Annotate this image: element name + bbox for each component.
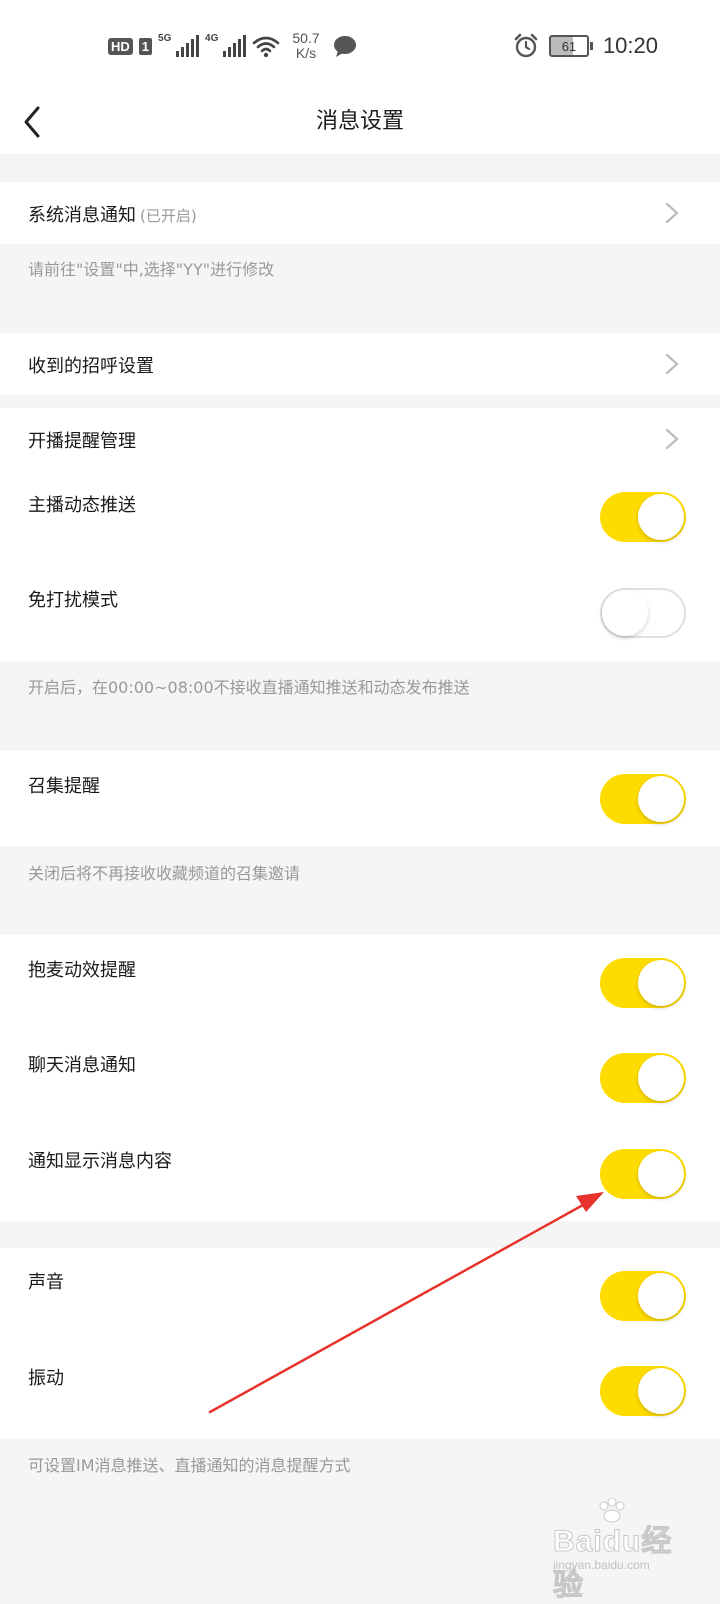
network-type-label: 4G: [205, 33, 219, 44]
mic-effect-label: 抱麦动效提醒: [28, 960, 136, 981]
status-right: 61 10:20: [513, 28, 658, 64]
chevron-right-icon: [665, 353, 679, 375]
system-notify-title: 系统消息通知: [28, 205, 136, 226]
status-bar: HD 1 5G 4G 50.7 K/s 61 10:20: [0, 0, 720, 90]
battery-icon: 61: [548, 35, 593, 57]
chat-notify-label: 聊天消息通知: [28, 1055, 136, 1076]
alerts-group: 声音 振动: [0, 1248, 720, 1439]
vibrate-label: 振动: [28, 1368, 64, 1389]
page-title: 消息设置: [315, 109, 404, 134]
hd-badge: HD: [108, 37, 133, 55]
alarm-clock-icon: [514, 33, 538, 58]
system-notify-status: (已开启): [140, 207, 197, 225]
live-group: 开播提醒管理 主播动态推送 免打扰模式: [0, 408, 720, 661]
system-notify-row[interactable]: 系统消息通知 (已开启): [0, 182, 720, 244]
battery-level: 61: [548, 35, 589, 57]
show-content-toggle[interactable]: [600, 1149, 686, 1199]
dnd-mode-hint: 开启后，在00:00~08:00不接收直播通知推送和动态发布推送: [28, 678, 470, 697]
signal-5g-icon: 5G: [158, 33, 200, 57]
signal-4g-icon: 4G: [205, 33, 247, 57]
sim-badge: 1: [138, 37, 153, 55]
network-speed-value: 50.7: [292, 30, 320, 46]
sound-label: 声音: [28, 1272, 64, 1293]
message-group: 抱麦动效提醒 聊天消息通知 通知显示消息内容: [0, 935, 720, 1221]
anchor-push-toggle[interactable]: [600, 492, 686, 542]
anchor-push-label: 主播动态推送: [28, 495, 136, 516]
system-notify-hint: 请前往"设置"中,选择"YY"进行修改: [28, 260, 275, 279]
sound-toggle[interactable]: [600, 1271, 686, 1321]
baidu-jingyan-watermark: Baidu经验 jingyan.baidu.com: [545, 1498, 695, 1603]
live-reminder-row[interactable]: 开播提醒管理: [0, 408, 720, 470]
paw-logo-icon: [599, 1498, 625, 1523]
watermark-url: jingyan.baidu.com: [553, 1558, 650, 1572]
status-left: HD 1 5G 4G 50.7 K/s: [108, 28, 358, 64]
system-notify-label: 系统消息通知 (已开启): [28, 201, 197, 227]
chevron-right-icon: [665, 428, 679, 450]
network-type-label: 5G: [158, 33, 172, 44]
vibrate-toggle[interactable]: [600, 1366, 686, 1416]
status-time: 10:20: [602, 33, 658, 58]
greeting-settings-label: 收到的招呼设置: [28, 356, 154, 377]
summon-group: 召集提醒: [0, 751, 720, 846]
dnd-mode-label: 免打扰模式: [28, 590, 118, 611]
watermark-brand: Baidu经验: [553, 1525, 673, 1603]
greeting-settings-row[interactable]: 收到的招呼设置: [0, 333, 720, 395]
alerts-hint: 可设置IM消息推送、直播通知的消息提醒方式: [28, 1456, 351, 1475]
network-speed: 50.7 K/s: [286, 31, 326, 61]
summon-reminder-hint: 关闭后将不再接收收藏频道的召集邀请: [28, 864, 301, 883]
nav-bar: 消息设置: [0, 90, 720, 154]
mic-effect-toggle[interactable]: [600, 958, 686, 1008]
wifi-icon: [252, 36, 280, 58]
summon-reminder-toggle[interactable]: [600, 774, 686, 824]
live-reminder-label: 开播提醒管理: [28, 431, 136, 452]
chat-bubble-icon: [334, 36, 357, 57]
show-content-label: 通知显示消息内容: [28, 1151, 172, 1172]
network-speed-unit: K/s: [295, 45, 317, 61]
chat-notify-toggle[interactable]: [600, 1053, 686, 1103]
summon-reminder-label: 召集提醒: [28, 776, 100, 797]
chevron-right-icon: [665, 202, 679, 224]
dnd-mode-toggle[interactable]: [600, 588, 686, 638]
